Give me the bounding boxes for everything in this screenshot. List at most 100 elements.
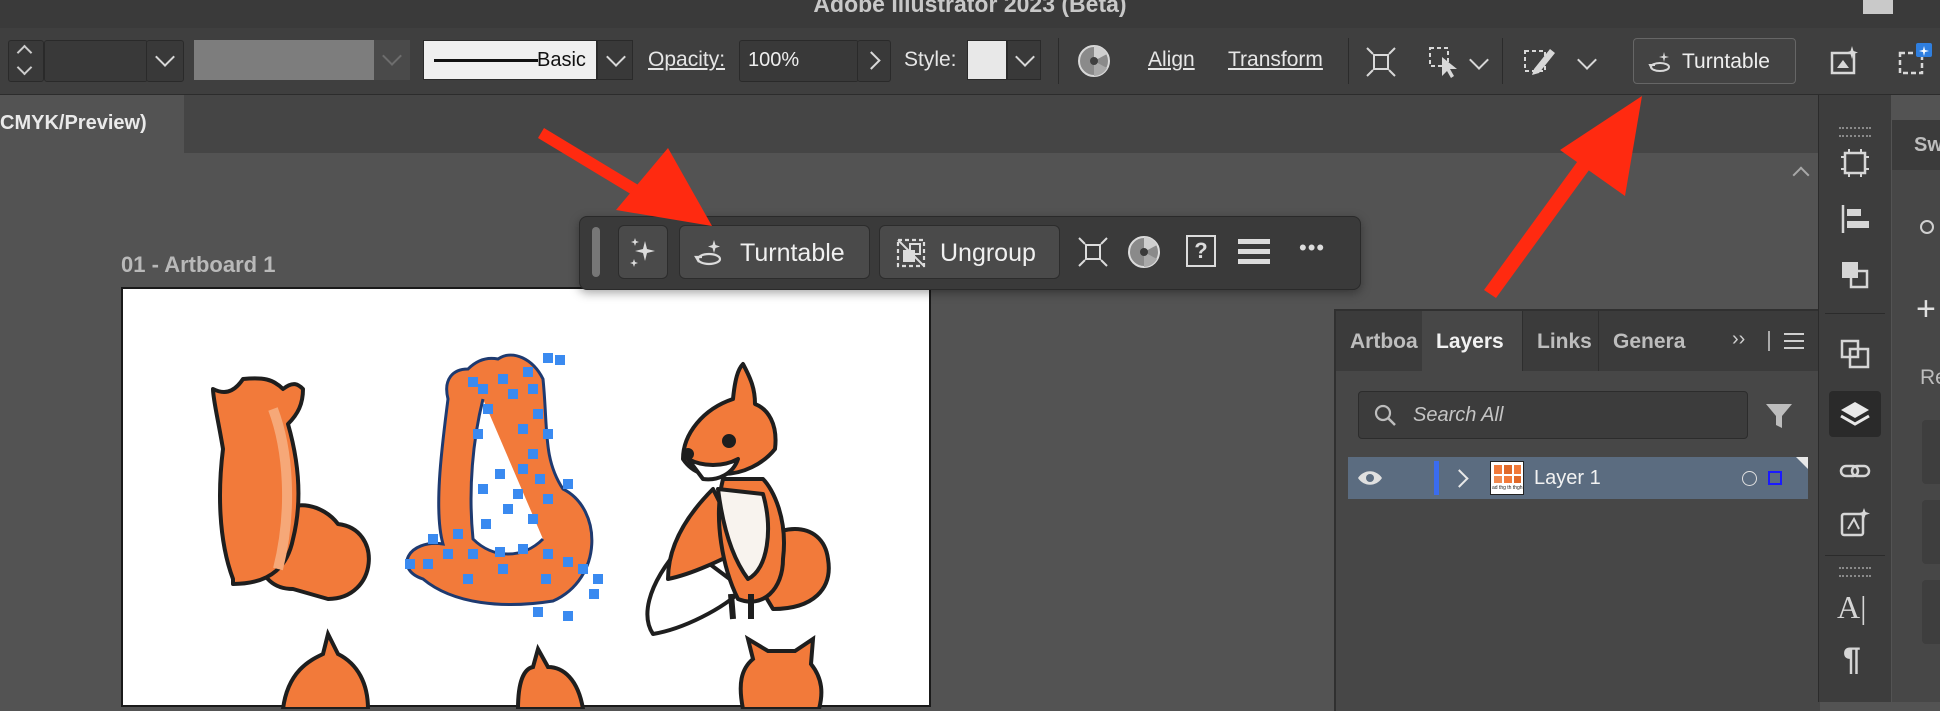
transform-link[interactable]: Transform — [1228, 48, 1323, 72]
brush-definition[interactable]: Basic — [423, 40, 597, 80]
artboard[interactable] — [121, 287, 931, 709]
style-label: Style: — [904, 48, 957, 71]
layer-thumbnail: ad thg th thgh — [1490, 461, 1524, 495]
chevron-right-icon[interactable] — [1450, 469, 1469, 488]
layer-target-icon[interactable] — [1742, 471, 1757, 486]
swatches-panel: Sw + Re — [1892, 120, 1940, 702]
panel-item[interactable] — [1922, 420, 1940, 484]
tab-layers[interactable]: Layers — [1422, 311, 1522, 371]
more-icon[interactable]: ••• — [1299, 235, 1325, 261]
turntable-task-label: Turntable — [740, 239, 845, 267]
variable-width-profile[interactable] — [194, 40, 374, 80]
tab-links[interactable]: Links — [1522, 311, 1599, 371]
links-icon[interactable] — [1839, 455, 1871, 487]
divider — [1768, 331, 1770, 351]
dock-divider — [1825, 313, 1885, 314]
layers-dock-button[interactable] — [1829, 391, 1881, 437]
right-panel-dock: A| ¶ — [1818, 95, 1891, 702]
divider — [1058, 38, 1059, 84]
layers-icon — [1840, 402, 1870, 426]
help-label: ? — [1194, 238, 1208, 263]
chevron-down-icon — [1015, 47, 1035, 67]
turntable-task-button[interactable]: Turntable — [679, 225, 870, 279]
variable-width-dropdown[interactable] — [374, 40, 410, 80]
chevron-down-icon — [606, 47, 626, 67]
chevron-down-icon[interactable] — [1577, 50, 1597, 70]
ungroup-label: Ungroup — [940, 239, 1036, 267]
turntable-button[interactable]: Turntable — [1633, 38, 1796, 84]
filter-icon[interactable] — [1764, 401, 1794, 431]
transform-icon[interactable] — [1076, 235, 1110, 269]
dock-grip[interactable] — [1839, 127, 1871, 137]
panel-expand-icon[interactable]: ›› — [1732, 328, 1745, 351]
ungroup-button[interactable]: Ungroup — [879, 225, 1060, 279]
layers-search-input[interactable]: Search All — [1358, 391, 1748, 439]
artboard-label: 01 - Artboard 1 — [121, 252, 276, 277]
vertical-scrollbar[interactable] — [1782, 153, 1818, 303]
pathfinder-icon[interactable] — [1839, 259, 1871, 291]
fox-row-2 — [280, 628, 824, 709]
chevron-down-icon[interactable] — [1469, 50, 1489, 70]
opacity-value: 100% — [748, 49, 800, 71]
pen-icon[interactable] — [1522, 43, 1558, 79]
layer-name[interactable]: Layer 1 — [1534, 467, 1601, 490]
color-wheel-icon[interactable] — [1077, 44, 1111, 78]
swatches-tab[interactable]: Sw — [1892, 120, 1940, 170]
layers-panel: Artboa Layers Links Genera ›› Search All — [1334, 309, 1820, 711]
select-icon[interactable] — [1426, 43, 1462, 79]
stroke-weight-dropdown[interactable] — [146, 40, 184, 82]
fox-back-view — [211, 376, 371, 601]
drag-handle[interactable] — [592, 227, 600, 277]
contextual-task-bar: Turntable Ungroup ? ••• — [579, 216, 1361, 290]
thumbnail-caption: ad thg th thgh — [1492, 485, 1523, 491]
stroke-style-label: Basic — [537, 49, 586, 71]
align-tool-icon[interactable] — [1839, 203, 1871, 235]
add-icon[interactable]: + — [1916, 290, 1936, 329]
search-icon[interactable] — [1918, 218, 1940, 240]
ungroup-icon — [896, 238, 926, 268]
tab-generative[interactable]: Genera — [1598, 311, 1691, 371]
swatches-tab-label: Sw — [1914, 134, 1940, 156]
align-link[interactable]: Align — [1148, 48, 1195, 72]
dock-divider — [1825, 555, 1885, 556]
chevron-down-icon — [155, 47, 175, 67]
paragraph-icon[interactable]: ¶ — [1843, 641, 1861, 678]
opacity-expand[interactable] — [857, 40, 891, 82]
stroke-line — [434, 59, 538, 62]
turntable-label: Turntable — [1682, 50, 1770, 73]
menu-icon[interactable] — [1238, 237, 1270, 265]
panel-item[interactable] — [1922, 580, 1940, 644]
tab-artboards[interactable]: Artboa — [1336, 311, 1422, 371]
layer-color-bar — [1434, 461, 1439, 495]
color-wheel-icon[interactable] — [1127, 235, 1161, 269]
transform-panel-icon[interactable] — [1839, 338, 1871, 370]
panel-menu-icon[interactable] — [1784, 333, 1804, 349]
dock-grip[interactable] — [1839, 567, 1871, 577]
layer-row[interactable]: ad thg th thgh Layer 1 — [1348, 457, 1808, 499]
generate-button[interactable] — [618, 225, 668, 279]
divider — [1348, 38, 1349, 84]
character-icon[interactable]: A| — [1837, 589, 1867, 626]
graphic-style-swatch[interactable] — [967, 40, 1007, 80]
generative-icon[interactable] — [1839, 507, 1871, 539]
opacity-link[interactable]: Opacity: — [648, 48, 725, 72]
generative-icon[interactable] — [1826, 43, 1862, 79]
stroke-weight-field[interactable] — [44, 40, 148, 82]
opacity-field[interactable]: 100% — [739, 40, 859, 82]
brush-dropdown[interactable] — [597, 40, 633, 80]
scroll-up-icon[interactable] — [1792, 166, 1810, 184]
stroke-weight-stepper[interactable] — [8, 40, 44, 82]
panel-item[interactable] — [1922, 500, 1940, 564]
graphic-style-dropdown[interactable] — [1007, 40, 1041, 80]
app-title: Adobe Illustrator 2023 (Beta) — [813, 0, 1127, 17]
help-icon[interactable]: ? — [1186, 235, 1216, 267]
sparkle-icon[interactable] — [1896, 41, 1940, 81]
transform-icon[interactable] — [1364, 45, 1398, 79]
document-tab[interactable]: CMYK/Preview) — [0, 95, 184, 153]
chevron-down-icon — [382, 46, 402, 66]
search-icon — [1374, 404, 1396, 426]
artboard-tool-icon[interactable] — [1839, 147, 1871, 179]
fox-illustrations[interactable] — [123, 289, 929, 709]
eye-icon[interactable] — [1356, 468, 1384, 488]
selection-indicator[interactable] — [1768, 471, 1782, 485]
